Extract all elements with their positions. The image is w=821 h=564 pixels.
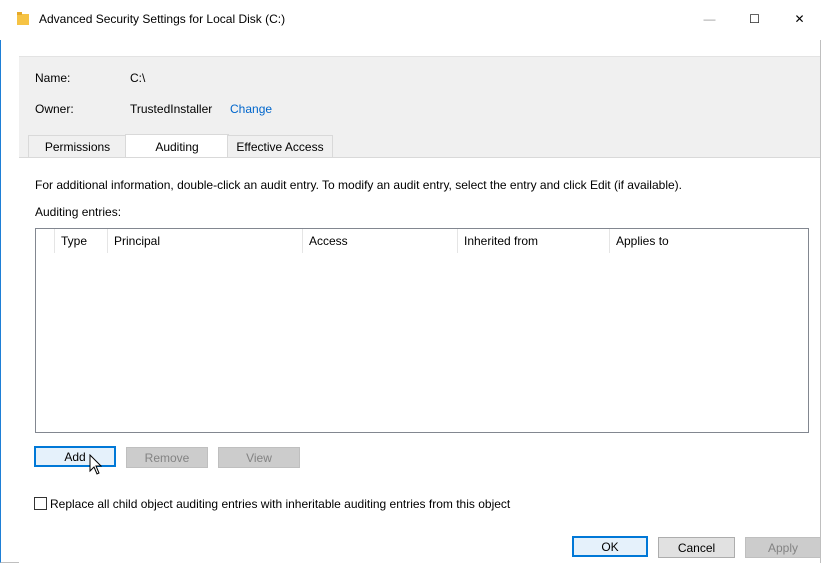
apply-button[interactable]: Apply: [745, 537, 821, 558]
instruction-text: For additional information, double-click…: [35, 178, 682, 192]
mouse-pointer-icon: [89, 454, 103, 475]
column-header-principal[interactable]: Principal: [108, 229, 303, 253]
column-header-blank[interactable]: [36, 229, 55, 253]
owner-label: Owner:: [35, 102, 74, 116]
auditing-entries-label: Auditing entries:: [35, 205, 122, 219]
tab-permissions[interactable]: Permissions: [28, 135, 127, 157]
ok-button[interactable]: OK: [572, 536, 648, 557]
column-header-applies-to[interactable]: Applies to: [610, 229, 807, 253]
change-owner-link[interactable]: Change: [230, 102, 272, 116]
replace-child-auditing-checkbox[interactable]: [34, 497, 47, 510]
owner-value: TrustedInstaller: [130, 102, 213, 116]
auditing-entries-list[interactable]: Type Principal Access Inherited from App…: [35, 228, 809, 433]
tab-auditing[interactable]: Auditing: [125, 134, 229, 158]
view-button[interactable]: View: [218, 447, 300, 468]
tab-effective-access[interactable]: Effective Access: [227, 135, 333, 157]
column-header-inherited-from[interactable]: Inherited from: [458, 229, 610, 253]
cancel-button[interactable]: Cancel: [658, 537, 735, 558]
remove-button[interactable]: Remove: [126, 447, 208, 468]
add-button[interactable]: Add: [34, 446, 116, 467]
title-bar: Advanced Security Settings for Local Dis…: [0, 0, 821, 40]
folder-icon: [17, 12, 29, 25]
column-header-type[interactable]: Type: [55, 229, 108, 253]
minimize-button[interactable]: —: [687, 0, 732, 38]
name-value: C:\: [130, 71, 146, 85]
window-title: Advanced Security Settings for Local Dis…: [39, 12, 286, 26]
close-button[interactable]: ✕: [777, 0, 821, 38]
name-label: Name:: [35, 71, 71, 85]
column-header-access[interactable]: Access: [303, 229, 458, 253]
maximize-button[interactable]: ☐: [732, 0, 777, 38]
replace-child-auditing-label: Replace all child object auditing entrie…: [50, 497, 511, 511]
